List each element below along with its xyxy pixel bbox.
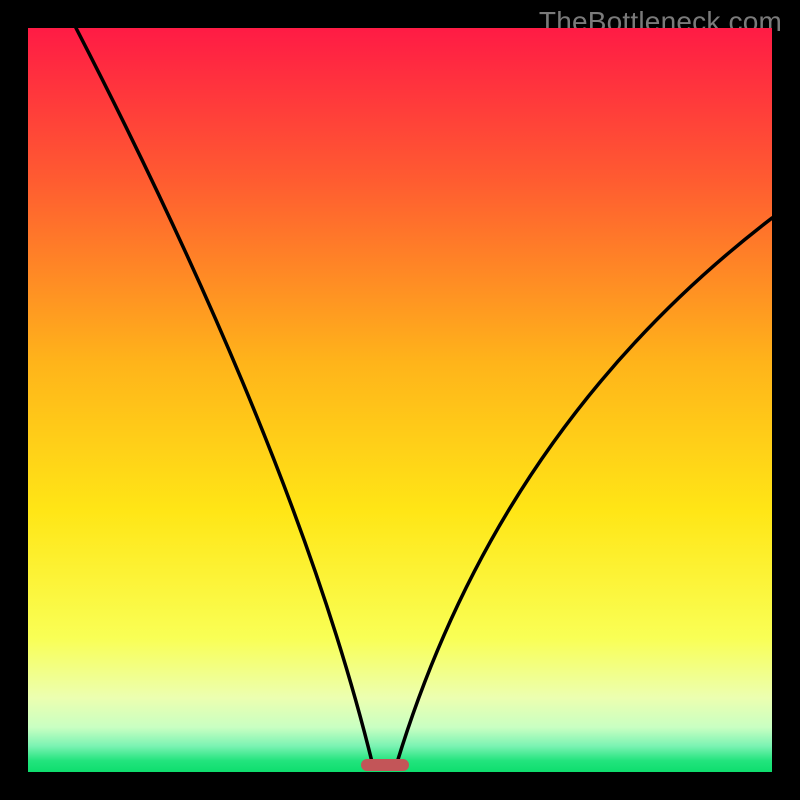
curve-right-branch <box>396 218 772 766</box>
bottleneck-curve <box>28 28 772 772</box>
chart-plot-area <box>28 28 772 772</box>
optimum-marker <box>361 759 409 771</box>
chart-frame: TheBottleneck.com <box>0 0 800 800</box>
curve-left-branch <box>76 28 373 766</box>
